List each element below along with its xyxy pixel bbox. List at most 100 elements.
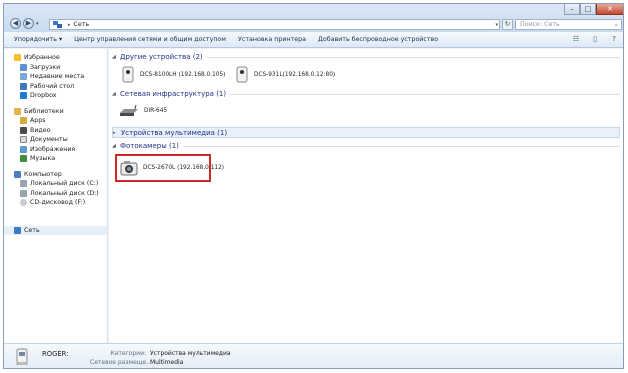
nav-favorites-label: Избранное bbox=[24, 54, 60, 61]
nav-item-label: Изображения bbox=[30, 145, 76, 153]
router-icon bbox=[120, 105, 138, 116]
nav-item-label: CD-дисковод (F:) bbox=[30, 199, 86, 206]
camera-icon bbox=[120, 161, 138, 176]
details-device-name: ROGER: bbox=[42, 350, 69, 358]
back-arrow-icon[interactable]: ◀ bbox=[10, 18, 21, 29]
group-collapsed-chevron-icon[interactable]: ▸ bbox=[113, 130, 121, 136]
device-label: DCS-931L(192.168.0.12:80) bbox=[254, 72, 336, 78]
network-icon bbox=[53, 21, 62, 28]
group-expand-icon[interactable]: ◢ bbox=[112, 91, 120, 97]
window-controls: – □ ✕ bbox=[564, 4, 623, 15]
nav-computer-label: Компьютер bbox=[24, 170, 62, 178]
explorer-window: – □ ✕ ◀ ▶ ▾ ▸ Сеть ▾ ↻ Поиск: Сеть ⌕ Упо… bbox=[3, 3, 624, 369]
forward-arrow-icon[interactable]: ▶ bbox=[23, 18, 34, 29]
drive-icon bbox=[20, 180, 27, 188]
nav-item-label: Видео bbox=[30, 126, 51, 134]
organize-button[interactable]: Упорядочить ▾ bbox=[4, 32, 68, 48]
nav-favorites[interactable]: Избранное bbox=[4, 53, 107, 63]
device-dcs-8100lh[interactable]: DCS-8100LH (192.168.0.105) bbox=[121, 66, 225, 84]
nav-item-apps[interactable]: Apps bbox=[4, 116, 107, 126]
group-expand-icon[interactable]: ◢ bbox=[112, 54, 120, 60]
address-dropdown-icon[interactable]: ▾ bbox=[495, 20, 498, 30]
device-label: DCS-2670L (192.168.0.112) bbox=[143, 165, 225, 171]
details-key: Сетевое размеще... bbox=[90, 359, 152, 366]
nav-item-documents[interactable]: Документы bbox=[4, 135, 107, 145]
device-label: DCS-8100LH (192.168.0.105) bbox=[140, 72, 226, 78]
nav-item-drive-d[interactable]: Локальный диск (D:) bbox=[4, 189, 107, 199]
group-label: Устройства мультимедиа (1) bbox=[121, 128, 228, 137]
group-network-infrastructure[interactable]: ◢ Сетевая инфраструктура (1) bbox=[112, 89, 620, 99]
breadcrumb-chevron-icon: ▸ bbox=[68, 21, 71, 28]
address-path[interactable]: Сеть bbox=[74, 21, 90, 28]
nav-item-desktop[interactable]: Рабочий стол bbox=[4, 82, 107, 92]
add-wireless-device-button[interactable]: Добавить беспроводное устройство bbox=[312, 32, 444, 48]
nav-item-label: Загрузки bbox=[30, 63, 61, 71]
pictures-icon bbox=[20, 145, 27, 153]
nav-item-video[interactable]: Видео bbox=[4, 126, 107, 136]
group-expand-icon[interactable]: ◢ bbox=[112, 143, 120, 149]
network-icon bbox=[14, 226, 21, 234]
content-pane: ◢ Другие устройства (2) DCS-8100LH (192.… bbox=[109, 49, 623, 343]
device-label: DIR-645 bbox=[144, 108, 168, 114]
nav-item-label: Apps bbox=[30, 117, 46, 124]
help-icon[interactable]: ? bbox=[609, 35, 619, 44]
nav-item-dropbox[interactable]: Dropbox bbox=[4, 91, 107, 101]
search-box[interactable]: Поиск: Сеть ⌕ bbox=[515, 19, 622, 30]
device-dir-645[interactable]: DIR-645 bbox=[119, 105, 167, 117]
multimedia-device-icon bbox=[16, 348, 28, 365]
nav-item-label: Локальный диск (C:) bbox=[30, 180, 99, 187]
search-icon[interactable]: ⌕ bbox=[614, 21, 618, 30]
device-dcs-2670l[interactable]: DCS-2670L (192.168.0.112) bbox=[120, 159, 224, 177]
nav-network[interactable]: Сеть bbox=[4, 225, 107, 235]
drive-icon bbox=[20, 189, 27, 197]
video-icon bbox=[20, 126, 27, 134]
refresh-icon[interactable]: ↻ bbox=[502, 19, 513, 30]
details-category-row: Категории: Устройства мультимедиа bbox=[90, 350, 231, 357]
close-icon[interactable]: ✕ bbox=[596, 4, 623, 15]
search-placeholder: Поиск: Сеть bbox=[520, 21, 560, 28]
group-label: Другие устройства (2) bbox=[120, 53, 203, 61]
camera-device-icon bbox=[236, 66, 248, 83]
nav-item-label: Dropbox bbox=[30, 92, 57, 99]
nav-item-label: Локальный диск (D:) bbox=[30, 189, 99, 197]
cd-drive-icon bbox=[20, 199, 27, 207]
nav-item-cd-drive[interactable]: CD-дисковод (F:) bbox=[4, 198, 107, 208]
computer-icon bbox=[14, 170, 21, 178]
details-location-row: Сетевое размеще...Multimedia bbox=[90, 359, 183, 366]
maximize-icon[interactable]: □ bbox=[580, 4, 596, 15]
nav-item-pictures[interactable]: Изображения bbox=[4, 145, 107, 155]
nav-item-downloads[interactable]: Загрузки bbox=[4, 63, 107, 73]
nav-item-label: Музыка bbox=[30, 155, 56, 162]
recent-places-icon bbox=[20, 73, 27, 81]
folder-icon bbox=[20, 117, 27, 125]
library-icon bbox=[14, 107, 21, 115]
dropbox-icon bbox=[20, 92, 27, 100]
group-multimedia-devices[interactable]: ▸ Устройства мультимедиа (1) bbox=[112, 127, 620, 138]
view-options-icon[interactable]: ☷ bbox=[571, 35, 581, 44]
printer-setup-button[interactable]: Установка принтера bbox=[232, 32, 312, 48]
nav-item-label: Документы bbox=[30, 136, 68, 143]
details-key: Категории: bbox=[110, 350, 146, 357]
nav-libraries[interactable]: Библиотеки bbox=[4, 107, 107, 117]
nav-network-label: Сеть bbox=[24, 226, 40, 234]
nav-computer[interactable]: Компьютер bbox=[4, 170, 107, 180]
nav-item-recent[interactable]: Недавние места bbox=[4, 72, 107, 82]
address-bar[interactable]: ▸ Сеть ▾ bbox=[49, 19, 500, 30]
group-other-devices[interactable]: ◢ Другие устройства (2) bbox=[112, 52, 620, 62]
details-value: Устройства мультимедиа bbox=[150, 350, 231, 357]
network-center-button[interactable]: Центр управления сетями и общим доступом bbox=[68, 32, 232, 48]
preview-pane-icon[interactable]: ▯ bbox=[590, 35, 600, 44]
view-controls: ☷ ▯ ? bbox=[571, 35, 619, 44]
nav-item-music[interactable]: Музыка bbox=[4, 154, 107, 164]
desktop-icon bbox=[20, 82, 27, 90]
navigation-pane: Избранное Загрузки Недавние места Рабочи… bbox=[4, 49, 108, 343]
device-dcs-931l[interactable]: DCS-931L(192.168.0.12:80) bbox=[235, 66, 335, 84]
group-label: Фотокамеры (1) bbox=[120, 142, 179, 150]
minimize-icon[interactable]: – bbox=[564, 4, 580, 15]
history-chevron-down-icon[interactable]: ▾ bbox=[36, 21, 39, 27]
nav-item-drive-c[interactable]: Локальный диск (C:) bbox=[4, 179, 107, 189]
nav-item-label: Рабочий стол bbox=[30, 82, 75, 90]
music-icon bbox=[20, 155, 27, 163]
documents-icon bbox=[20, 136, 27, 144]
group-cameras[interactable]: ◢ Фотокамеры (1) bbox=[112, 141, 620, 151]
